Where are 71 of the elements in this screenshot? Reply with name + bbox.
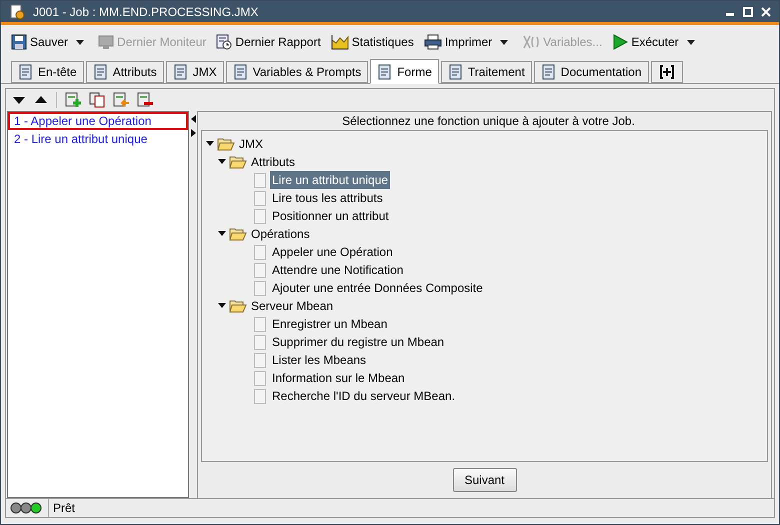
instruction-text: Sélectionnez une fonction unique à ajouter à votre Job. [341,113,636,130]
tree-item[interactable]: Positionner un attribut [270,207,391,225]
tree-folder[interactable]: Serveur Mbean [250,297,334,315]
expand-arrow-icon[interactable] [206,140,214,148]
tab[interactable]: JMX [166,61,224,83]
window-title: J001 - Job : MM.END.PROCESSING.JMX [33,4,258,20]
toolbar-button[interactable]: Statistiques [328,30,416,54]
caret-icon[interactable] [500,40,508,44]
tree-item[interactable]: Enregistrer un Mbean [270,315,390,333]
caret-icon[interactable] [686,40,695,44]
document-icon [254,316,266,332]
tab[interactable]: En-tête [11,61,84,83]
tab[interactable]: Attributs [86,61,164,83]
toolbar-button[interactable]: Sauver [9,30,70,54]
tree-item[interactable]: Information sur le Mbean [270,369,407,387]
tree-item[interactable]: Appeler une Opération [270,243,395,261]
tree-item[interactable]: Supprimer du registre un Mbean [270,333,446,351]
tree-item[interactable]: Attendre une Notification [270,261,406,279]
tab[interactable]: Traitement [440,61,532,83]
tree-item[interactable]: Recherche l'ID du serveur MBean. [270,387,458,405]
tree-item[interactable]: Lister les Mbeans [270,351,368,369]
up-arrow-icon[interactable] [34,95,48,105]
tree-item[interactable]: Lire un attribut unique [270,171,390,189]
plus-icon [660,65,674,79]
tab[interactable]: Forme [370,59,439,84]
status-text: Prêt [52,500,76,517]
toolbar-button[interactable]: Imprimer [422,30,494,54]
expand-arrow-icon[interactable] [218,302,226,310]
toolbar-button[interactable]: Dernier Rapport [214,30,323,54]
tab[interactable]: Documentation [534,61,649,83]
document-icon [254,388,266,404]
tab[interactable]: Variables & Prompts [226,61,368,83]
add-tab-button[interactable] [650,61,683,83]
folder-icon [229,299,247,313]
document-icon [254,190,266,206]
remove-step-icon[interactable] [137,92,153,108]
maximize-icon[interactable] [743,6,753,16]
close-icon[interactable] [761,6,771,16]
chart-icon [330,34,349,50]
monitor-icon [98,34,114,50]
insert-step-icon[interactable] [113,92,129,108]
copy-icon[interactable] [89,92,105,108]
report-clock-icon [216,34,232,50]
caret-icon[interactable] [76,40,84,44]
document-icon [254,370,266,386]
document-icon [254,172,266,188]
folder-icon [229,227,247,241]
tree-folder[interactable]: Attributs [250,153,296,171]
tree-folder[interactable]: Opérations [250,225,311,243]
printer-icon [424,34,442,50]
step-item[interactable]: 2 - Lire un attribut unique [8,130,188,148]
expand-arrow-icon[interactable] [218,230,226,238]
document-icon [254,244,266,260]
add-step-icon[interactable] [65,92,81,108]
variables-icon [522,34,540,50]
play-icon [612,34,628,50]
down-arrow-icon[interactable] [12,95,26,105]
folder-icon [217,137,235,151]
tree-folder[interactable]: JMX [238,135,264,153]
folder-icon [229,155,247,169]
document-icon [254,280,266,296]
tree-item[interactable]: Ajouter une entrée Données Composite [270,279,485,297]
tree-item[interactable]: Lire tous les attributs [270,189,385,207]
step-item[interactable]: 1 - Appeler une Opération [8,112,188,130]
next-button[interactable]: Suivant [452,468,516,492]
document-icon [254,352,266,368]
toolbar-button[interactable]: Exécuter [610,30,681,54]
document-icon [254,262,266,278]
document-icon [254,334,266,350]
expand-arrow-icon[interactable] [218,158,226,166]
document-icon [254,208,266,224]
